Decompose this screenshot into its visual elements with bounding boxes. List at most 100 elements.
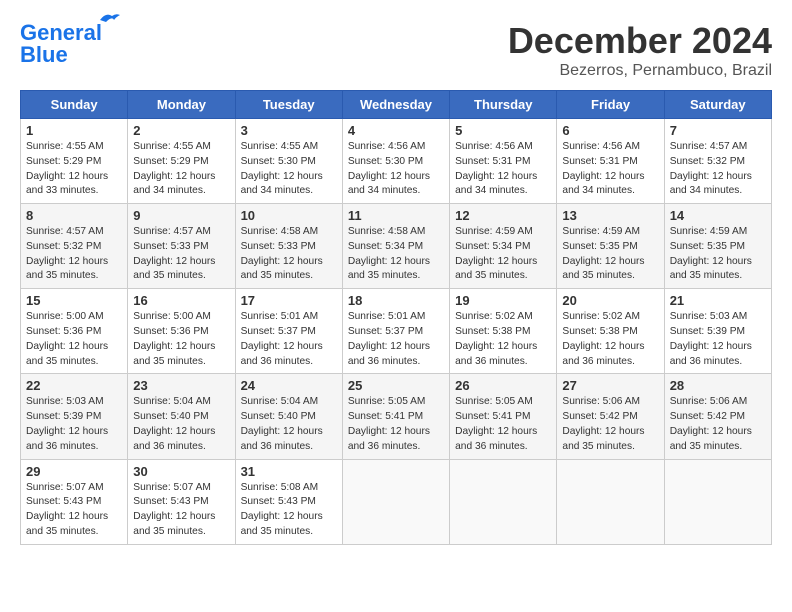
day-info: Sunrise: 4:59 AM Sunset: 5:35 PM Dayligh… [562,225,658,284]
day-info: Sunrise: 5:00 AM Sunset: 5:36 PM Dayligh… [26,310,122,369]
day-number: 4 [348,123,444,138]
day-number: 18 [348,293,444,308]
calendar-cell: 4 Sunrise: 4:56 AM Sunset: 5:30 PM Daylig… [342,119,449,204]
day-info: Sunrise: 4:58 AM Sunset: 5:33 PM Dayligh… [241,225,337,284]
calendar-cell: 17 Sunrise: 5:01 AM Sunset: 5:37 PM Dayli… [235,289,342,374]
day-number: 21 [670,293,766,308]
day-number: 13 [562,208,658,223]
calendar-cell: 11Sunrise: 4:58 AM Sunset: 5:34 PM Dayli… [342,204,449,289]
day-number: 9 [133,208,229,223]
day-info: Sunrise: 5:01 AM Sunset: 5:37 PM Dayligh… [241,310,337,369]
day-info: Sunrise: 4:59 AM Sunset: 5:35 PM Dayligh… [670,225,766,284]
day-number: 27 [562,378,658,393]
day-info: Sunrise: 4:56 AM Sunset: 5:31 PM Dayligh… [562,140,658,199]
day-info: Sunrise: 5:02 AM Sunset: 5:38 PM Dayligh… [562,310,658,369]
weekday-header-monday: Monday [128,91,235,119]
calendar-cell: 16 Sunrise: 5:00 AM Sunset: 5:36 PM Dayli… [128,289,235,374]
calendar-cell: 10 Sunrise: 4:58 AM Sunset: 5:33 PM Dayli… [235,204,342,289]
day-info: Sunrise: 4:57 AM Sunset: 5:32 PM Dayligh… [26,225,122,284]
day-info: Sunrise: 4:55 AM Sunset: 5:29 PM Dayligh… [26,140,122,199]
day-info: Sunrise: 5:06 AM Sunset: 5:42 PM Dayligh… [562,395,658,454]
week-row-2: 8 Sunrise: 4:57 AM Sunset: 5:32 PM Daylig… [21,204,772,289]
day-number: 8 [26,208,122,223]
weekday-header-wednesday: Wednesday [342,91,449,119]
calendar-cell: 12 Sunrise: 4:59 AM Sunset: 5:34 PM Dayli… [450,204,557,289]
day-number: 19 [455,293,551,308]
day-number: 1 [26,123,122,138]
calendar-cell: 7Sunrise: 4:57 AM Sunset: 5:32 PM Daylig… [664,119,771,204]
day-info: Sunrise: 5:07 AM Sunset: 5:43 PM Dayligh… [133,481,229,540]
title-block: December 2024 Bezerros, Pernambuco, Braz… [508,20,772,80]
weekday-header-sunday: Sunday [21,91,128,119]
calendar-cell: 23 Sunrise: 5:04 AM Sunset: 5:40 PM Dayli… [128,374,235,459]
calendar-cell: 26 Sunrise: 5:05 AM Sunset: 5:41 PM Dayli… [450,374,557,459]
day-number: 14 [670,208,766,223]
calendar-cell: 28Sunrise: 5:06 AM Sunset: 5:42 PM Dayli… [664,374,771,459]
calendar-cell: 19 Sunrise: 5:02 AM Sunset: 5:38 PM Dayli… [450,289,557,374]
day-info: Sunrise: 5:05 AM Sunset: 5:41 PM Dayligh… [348,395,444,454]
day-info: Sunrise: 5:02 AM Sunset: 5:38 PM Dayligh… [455,310,551,369]
calendar-table: SundayMondayTuesdayWednesdayThursdayFrid… [20,90,772,545]
day-info: Sunrise: 5:04 AM Sunset: 5:40 PM Dayligh… [133,395,229,454]
calendar-cell [557,459,664,544]
day-number: 26 [455,378,551,393]
day-number: 23 [133,378,229,393]
day-info: Sunrise: 5:07 AM Sunset: 5:43 PM Dayligh… [26,481,122,540]
calendar-cell [450,459,557,544]
calendar-cell: 9 Sunrise: 4:57 AM Sunset: 5:33 PM Daylig… [128,204,235,289]
calendar-cell [664,459,771,544]
week-row-1: 1 Sunrise: 4:55 AM Sunset: 5:29 PM Daylig… [21,119,772,204]
calendar-cell: 21 Sunrise: 5:03 AM Sunset: 5:39 PM Dayli… [664,289,771,374]
day-info: Sunrise: 5:08 AM Sunset: 5:43 PM Dayligh… [241,481,337,540]
calendar-cell: 18Sunrise: 5:01 AM Sunset: 5:37 PM Dayli… [342,289,449,374]
calendar-cell: 8 Sunrise: 4:57 AM Sunset: 5:32 PM Daylig… [21,204,128,289]
calendar-cell: 14 Sunrise: 4:59 AM Sunset: 5:35 PM Dayli… [664,204,771,289]
day-number: 24 [241,378,337,393]
day-info: Sunrise: 4:55 AM Sunset: 5:29 PM Dayligh… [133,140,229,199]
calendar-cell: 25 Sunrise: 5:05 AM Sunset: 5:41 PM Dayli… [342,374,449,459]
week-row-3: 15 Sunrise: 5:00 AM Sunset: 5:36 PM Dayli… [21,289,772,374]
day-number: 25 [348,378,444,393]
day-info: Sunrise: 5:03 AM Sunset: 5:39 PM Dayligh… [670,310,766,369]
day-number: 16 [133,293,229,308]
weekday-header-friday: Friday [557,91,664,119]
calendar-cell: 20Sunrise: 5:02 AM Sunset: 5:38 PM Dayli… [557,289,664,374]
day-number: 5 [455,123,551,138]
calendar-cell: 1 Sunrise: 4:55 AM Sunset: 5:29 PM Daylig… [21,119,128,204]
day-info: Sunrise: 4:57 AM Sunset: 5:32 PM Dayligh… [670,140,766,199]
day-info: Sunrise: 4:57 AM Sunset: 5:33 PM Dayligh… [133,225,229,284]
calendar-cell: 5Sunrise: 4:56 AM Sunset: 5:31 PM Daylig… [450,119,557,204]
day-number: 31 [241,464,337,479]
calendar-cell: 31 Sunrise: 5:08 AM Sunset: 5:43 PM Dayli… [235,459,342,544]
day-info: Sunrise: 4:58 AM Sunset: 5:34 PM Dayligh… [348,225,444,284]
calendar-cell: 27 Sunrise: 5:06 AM Sunset: 5:42 PM Dayli… [557,374,664,459]
day-info: Sunrise: 4:55 AM Sunset: 5:30 PM Dayligh… [241,140,337,199]
day-info: Sunrise: 4:56 AM Sunset: 5:30 PM Dayligh… [348,140,444,199]
weekday-header-tuesday: Tuesday [235,91,342,119]
weekday-header-saturday: Saturday [664,91,771,119]
weekday-header-thursday: Thursday [450,91,557,119]
calendar-cell: 6 Sunrise: 4:56 AM Sunset: 5:31 PM Daylig… [557,119,664,204]
weekday-header-row: SundayMondayTuesdayWednesdayThursdayFrid… [21,91,772,119]
day-number: 22 [26,378,122,393]
calendar-cell: 13 Sunrise: 4:59 AM Sunset: 5:35 PM Dayli… [557,204,664,289]
day-number: 12 [455,208,551,223]
day-info: Sunrise: 5:03 AM Sunset: 5:39 PM Dayligh… [26,395,122,454]
calendar-cell: 2 Sunrise: 4:55 AM Sunset: 5:29 PM Daylig… [128,119,235,204]
logo-general: General [20,20,102,45]
day-number: 17 [241,293,337,308]
day-info: Sunrise: 5:00 AM Sunset: 5:36 PM Dayligh… [133,310,229,369]
day-number: 15 [26,293,122,308]
calendar-cell [342,459,449,544]
page-header: General Blue December 2024 Bezerros, Per… [20,20,772,80]
day-info: Sunrise: 4:59 AM Sunset: 5:34 PM Dayligh… [455,225,551,284]
logo: General Blue [20,20,102,68]
week-row-4: 22 Sunrise: 5:03 AM Sunset: 5:39 PM Dayli… [21,374,772,459]
calendar-cell: 30Sunrise: 5:07 AM Sunset: 5:43 PM Dayli… [128,459,235,544]
day-number: 2 [133,123,229,138]
day-number: 6 [562,123,658,138]
calendar-cell: 22 Sunrise: 5:03 AM Sunset: 5:39 PM Dayli… [21,374,128,459]
day-number: 10 [241,208,337,223]
day-number: 3 [241,123,337,138]
day-info: Sunrise: 5:05 AM Sunset: 5:41 PM Dayligh… [455,395,551,454]
